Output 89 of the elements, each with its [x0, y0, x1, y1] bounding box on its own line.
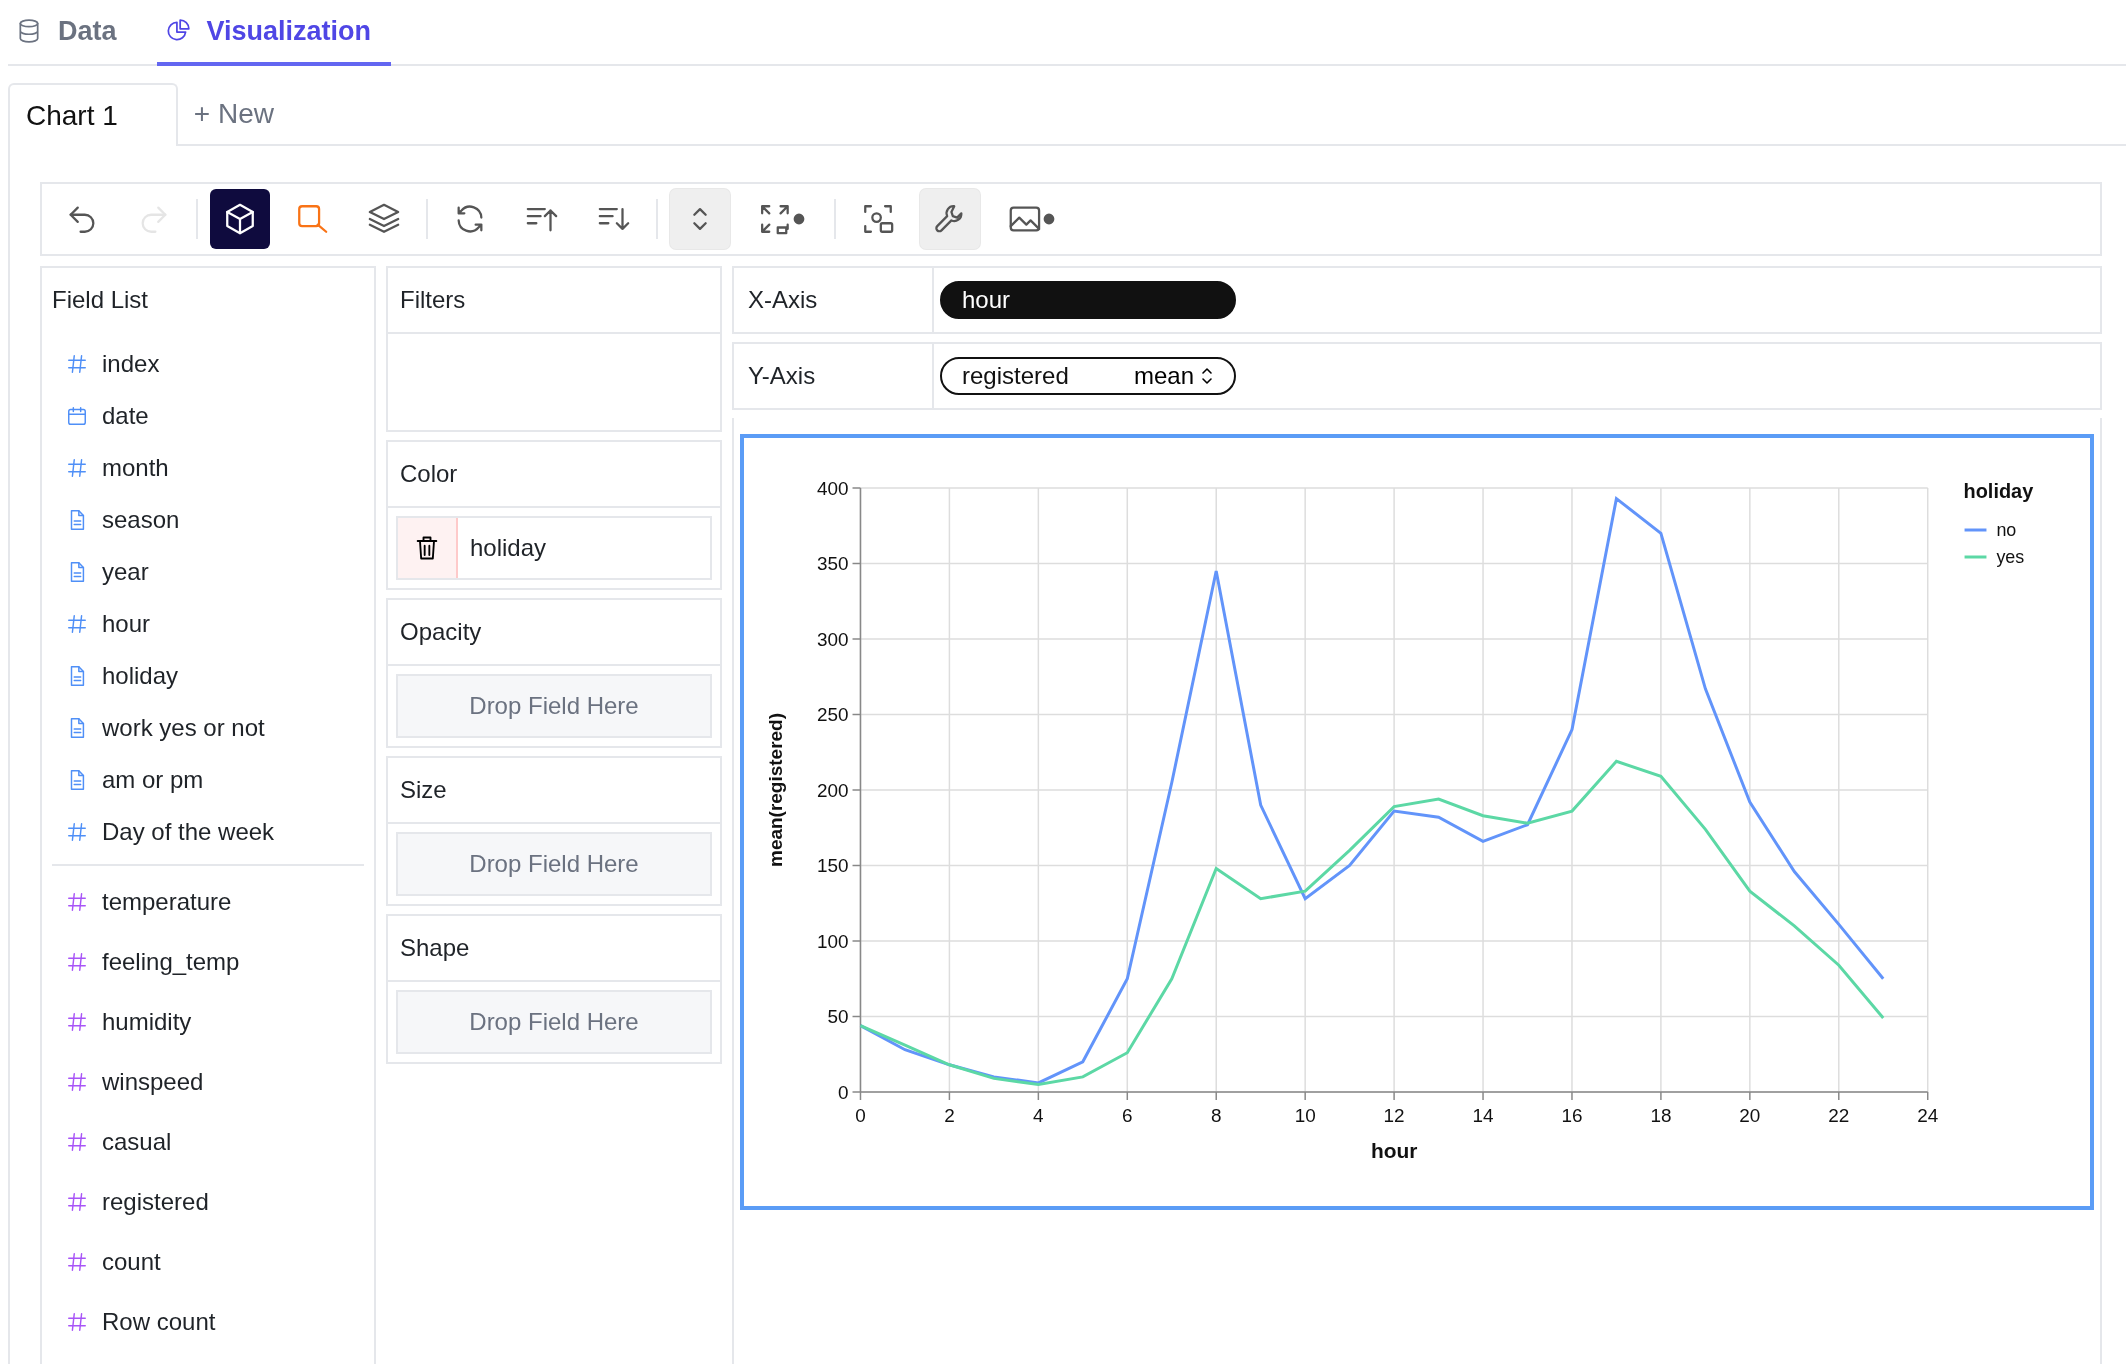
- main-tab[interactable]: Data: [8, 0, 137, 66]
- field-item[interactable]: registered: [52, 1172, 364, 1232]
- pie-chart-icon: [164, 18, 191, 44]
- tick-label: 100: [817, 930, 849, 952]
- number-icon: [66, 613, 88, 635]
- calendar-icon: [66, 405, 88, 427]
- number-icon: [66, 1311, 88, 1333]
- field-item[interactable]: humidity: [52, 992, 364, 1052]
- tick-label: 0: [855, 1104, 866, 1126]
- legend-label: no: [1996, 519, 2017, 540]
- drop-zone[interactable]: Drop Field Here: [396, 832, 712, 896]
- field-item[interactable]: am or pm: [52, 754, 364, 806]
- encoding-label: Shape: [400, 933, 470, 963]
- tick-label: 4: [1033, 1104, 1044, 1126]
- encoding-label: Opacity: [400, 617, 482, 647]
- tick-label: 18: [1650, 1104, 1672, 1126]
- aggregate-dropdown[interactable]: mean: [1133, 358, 1214, 394]
- layers-icon: [367, 202, 401, 236]
- tick-label: 50: [827, 1006, 849, 1028]
- number-icon: [66, 1251, 88, 1273]
- tick-label: 2: [944, 1104, 955, 1126]
- tick-label: 6: [1122, 1104, 1133, 1126]
- tick-label: 10: [1294, 1104, 1316, 1126]
- main-tab[interactable]: Visualization: [156, 0, 392, 66]
- field-name: holiday: [469, 533, 547, 563]
- tick-label: 300: [817, 628, 849, 650]
- number-icon: [66, 951, 88, 973]
- number-icon: [66, 821, 88, 843]
- field-item[interactable]: holiday: [52, 650, 364, 702]
- legend-label: yes: [1996, 546, 2025, 567]
- toolbar-button[interactable]: [920, 189, 980, 249]
- y-axis-title: mean(registered): [764, 713, 786, 867]
- number-icon: [66, 891, 88, 913]
- encoding-label: Filters: [400, 285, 466, 315]
- field-item[interactable]: Day of the week: [52, 806, 364, 858]
- square-select-icon: [295, 202, 329, 236]
- number-icon: [66, 457, 88, 479]
- toolbar-button[interactable]: [210, 189, 270, 249]
- panel-title: Field List: [52, 285, 149, 315]
- focus-icon: [861, 202, 895, 236]
- field-item[interactable]: hour: [52, 598, 364, 650]
- tick-label: 24: [1917, 1104, 1939, 1126]
- tick-label: 400: [817, 477, 849, 499]
- axis-label: Y-Axis: [748, 361, 816, 391]
- new-chart-link[interactable]: + New: [177, 83, 290, 144]
- tick-label: 150: [817, 855, 849, 877]
- field-item[interactable]: casual: [52, 1112, 364, 1172]
- tick-label: 350: [817, 553, 849, 575]
- tick-label: 8: [1210, 1104, 1222, 1126]
- caret-icon: [1200, 366, 1214, 386]
- field-item[interactable]: season: [52, 494, 364, 546]
- tick-label: 0: [838, 1081, 849, 1103]
- drop-zone[interactable]: Drop Field Here: [396, 990, 712, 1054]
- tick-label: 14: [1472, 1104, 1494, 1126]
- tick-label: 16: [1561, 1104, 1583, 1126]
- field-item[interactable]: date: [52, 390, 364, 442]
- field-item[interactable]: temperature: [52, 872, 364, 932]
- field-item[interactable]: winspeed: [52, 1052, 364, 1112]
- field-name: hour: [962, 285, 1011, 315]
- number-icon: [66, 1071, 88, 1093]
- field-pill[interactable]: hour: [940, 281, 1236, 319]
- field-name: registered: [962, 361, 1069, 391]
- field-item[interactable]: count: [52, 1232, 364, 1292]
- encoding-label: Size: [400, 775, 447, 805]
- number-icon: [66, 1011, 88, 1033]
- number-icon: [66, 353, 88, 375]
- tick-label: 20: [1739, 1104, 1761, 1126]
- number-icon: [66, 1131, 88, 1153]
- field-item[interactable]: month: [52, 442, 364, 494]
- field-item[interactable]: work yes or not: [52, 702, 364, 754]
- field-item[interactable]: year: [52, 546, 364, 598]
- legend-title: holiday: [1963, 479, 2034, 502]
- field-item[interactable]: Row count: [52, 1292, 364, 1352]
- drop-zone[interactable]: Drop Field Here: [396, 674, 712, 738]
- field-pill[interactable]: registered mean: [940, 357, 1236, 395]
- field-item[interactable]: index: [52, 338, 364, 390]
- database-icon: [16, 18, 42, 44]
- encoding-label: Color: [400, 459, 458, 489]
- axis-label: X-Axis: [748, 285, 818, 315]
- tick-label: 22: [1828, 1104, 1850, 1126]
- tick-label: 12: [1383, 1104, 1405, 1126]
- tick-label: 250: [817, 704, 849, 726]
- delete-button[interactable]: [398, 518, 458, 578]
- chart-tab[interactable]: Chart 1: [8, 83, 178, 146]
- number-icon: [66, 1191, 88, 1213]
- tick-label: 200: [817, 779, 849, 801]
- field-item[interactable]: feeling_temp: [52, 932, 364, 992]
- x-axis-title: hour: [1370, 1138, 1418, 1162]
- cube-icon: [223, 202, 257, 236]
